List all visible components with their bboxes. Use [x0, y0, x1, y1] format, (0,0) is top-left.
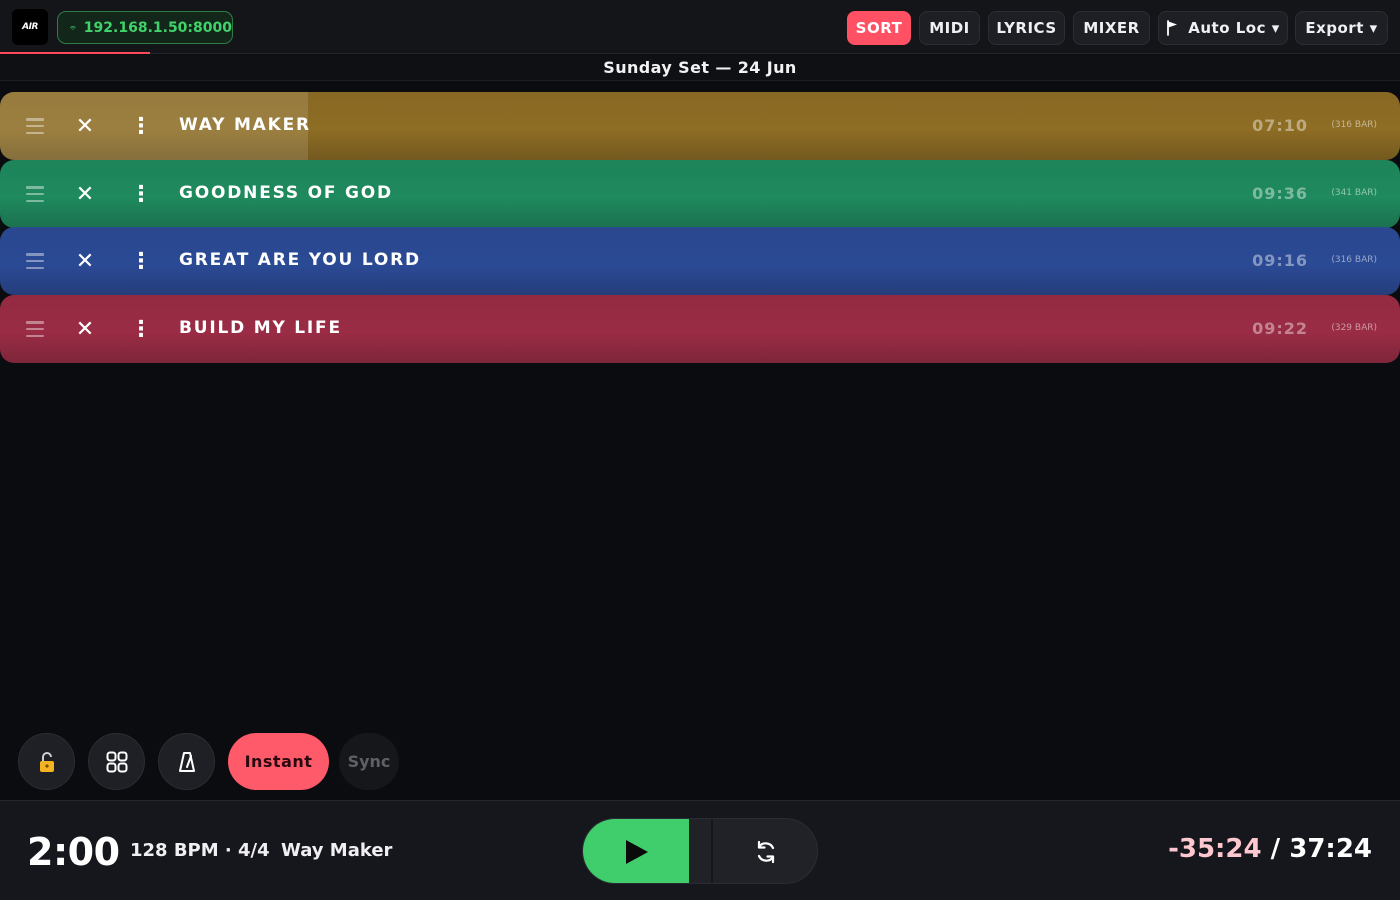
tempo-signature: 128 BPM · 4/4	[130, 840, 270, 861]
connection-ip-label: 192.168.1.50:8000	[83, 19, 232, 36]
song-bar-count: (316 BAR)	[1331, 255, 1377, 265]
time-separator: /	[1261, 834, 1290, 864]
song-duration: 09:36	[1252, 184, 1308, 203]
song-bar-count: (341 BAR)	[1331, 188, 1377, 198]
time-total: 37:24	[1289, 834, 1372, 864]
auto-loc-dropdown[interactable]: Auto Loc ▾	[1158, 11, 1288, 45]
more-options-button[interactable]: ⋮	[128, 312, 154, 346]
song-title: BUILD MY LIFE	[179, 318, 342, 338]
grid-view-button[interactable]	[88, 733, 145, 790]
metronome-button[interactable]	[158, 733, 215, 790]
song-title: WAY MAKER	[179, 115, 311, 135]
loop-icon	[757, 840, 775, 864]
flag-icon	[1167, 20, 1178, 36]
remove-song-button[interactable]: ✕	[70, 177, 100, 211]
sync-button[interactable]: Sync	[339, 733, 399, 790]
song-duration: 09:22	[1252, 319, 1308, 338]
drag-handle-icon[interactable]	[26, 321, 44, 337]
metronome-icon	[178, 751, 195, 772]
export-dropdown[interactable]: Export ▾	[1295, 11, 1388, 45]
song-row[interactable]: ✕ ⋮ BUILD MY LIFE 09:22 (329 BAR)	[0, 295, 1400, 363]
grid-icon	[106, 751, 127, 772]
wifi-icon	[70, 25, 76, 30]
play-button[interactable]	[583, 819, 689, 883]
song-row[interactable]: ✕ ⋮ WAY MAKER 07:10 (316 BAR)	[0, 92, 1400, 160]
song-duration: 09:16	[1252, 251, 1308, 270]
remove-song-button[interactable]: ✕	[70, 109, 100, 143]
lock-button[interactable]	[18, 733, 75, 790]
drag-handle-icon[interactable]	[26, 118, 44, 134]
time-remaining: -35:24	[1168, 834, 1262, 864]
connection-progress-bar	[0, 52, 150, 54]
connection-status-pill[interactable]: 192.168.1.50:8000	[57, 11, 233, 44]
song-row[interactable]: ✕ ⋮ GOODNESS OF GOD 09:36 (341 BAR)	[0, 160, 1400, 228]
play-icon	[626, 840, 648, 864]
more-options-button[interactable]: ⋮	[128, 109, 154, 143]
current-song-title: Way Maker	[281, 840, 393, 861]
remove-song-button[interactable]: ✕	[70, 244, 100, 278]
auto-loc-label: Auto Loc ▾	[1188, 19, 1280, 37]
position-clock: 2:00	[27, 830, 120, 874]
mixer-button[interactable]: MIXER	[1073, 11, 1150, 45]
time-display: -35:24 / 37:24	[1168, 834, 1372, 864]
loop-button[interactable]	[713, 819, 817, 883]
drag-handle-icon[interactable]	[26, 253, 44, 269]
song-duration: 07:10	[1252, 116, 1308, 135]
song-title: GREAT ARE YOU LORD	[179, 250, 421, 270]
sort-button[interactable]: SORT	[847, 11, 911, 45]
set-title: Sunday Set — 24 Jun	[0, 55, 1400, 81]
instant-button[interactable]: Instant	[228, 733, 329, 790]
song-bar-count: (316 BAR)	[1331, 120, 1377, 130]
lyrics-button[interactable]: LYRICS	[988, 11, 1065, 45]
song-title: GOODNESS OF GOD	[179, 183, 393, 203]
drag-handle-icon[interactable]	[26, 186, 44, 202]
more-options-button[interactable]: ⋮	[128, 244, 154, 278]
unlock-icon	[39, 751, 54, 772]
transport-controls	[582, 818, 818, 884]
top-bar: AIR 192.168.1.50:8000 SORT MIDI LYRICS M…	[0, 0, 1400, 54]
app-logo: AIR	[12, 9, 48, 45]
remove-song-button[interactable]: ✕	[70, 312, 100, 346]
more-options-button[interactable]: ⋮	[128, 177, 154, 211]
midi-button[interactable]: MIDI	[919, 11, 980, 45]
song-row[interactable]: ✕ ⋮ GREAT ARE YOU LORD 09:16 (316 BAR)	[0, 227, 1400, 295]
song-bar-count: (329 BAR)	[1331, 323, 1377, 333]
